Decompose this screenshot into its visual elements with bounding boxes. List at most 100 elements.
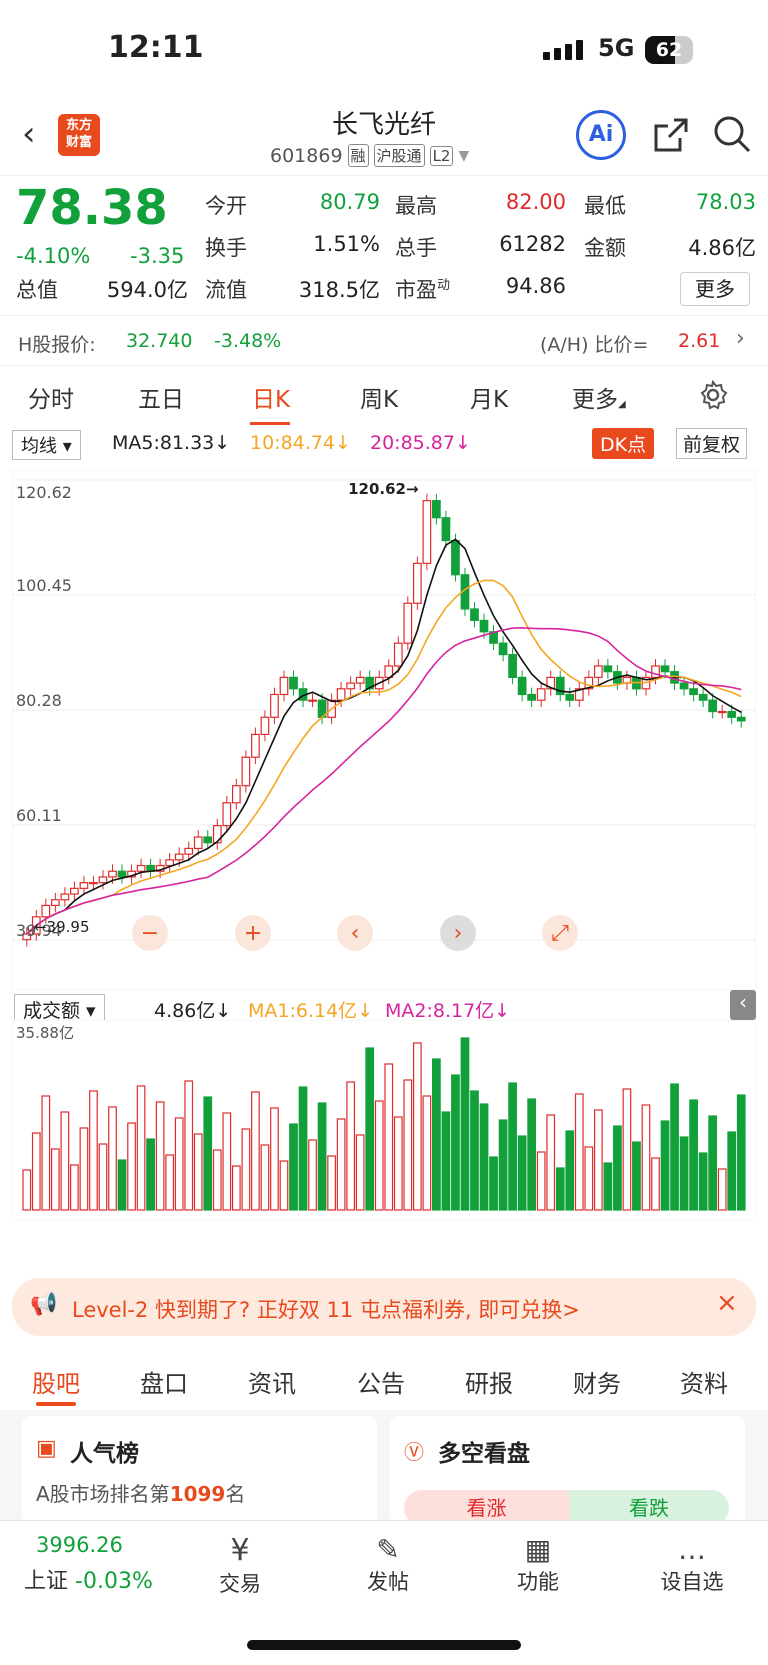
volume-bar bbox=[270, 1107, 279, 1211]
float-value: 318.5亿 bbox=[298, 278, 380, 302]
tab-weekly-k[interactable]: 周K bbox=[360, 380, 398, 414]
adjust-button[interactable]: 前复权 bbox=[676, 428, 748, 459]
stock-header: ‹ 东方 财富 长飞光纤 601869 融 沪股通 L2 ▼ Ai bbox=[0, 100, 768, 176]
candle bbox=[451, 539, 460, 576]
volume-bar bbox=[165, 1154, 175, 1211]
volume-bar bbox=[355, 1134, 365, 1211]
candle bbox=[70, 887, 79, 895]
tab-more[interactable]: 更多◢ bbox=[572, 380, 626, 414]
popularity-title: 人气榜 bbox=[70, 1441, 139, 1467]
volume-bar bbox=[422, 1095, 432, 1211]
volume-bar bbox=[727, 1131, 737, 1211]
volume-bar bbox=[717, 1168, 727, 1211]
candle bbox=[736, 716, 746, 722]
volume-bar bbox=[260, 1144, 270, 1211]
zoom-in-button[interactable]: + bbox=[244, 921, 262, 946]
tab-finance[interactable]: 财务 bbox=[573, 1364, 621, 1399]
volume-value: 61282 bbox=[499, 232, 566, 256]
h-share-row[interactable]: H股报价: 32.740 -3.48% (A/H) 比价= 2.61 › bbox=[0, 316, 768, 366]
feature-cards: ▣ 人气榜 A股市场排名第1099名 Ⓥ 多空看盘 看涨 看跌 bbox=[0, 1410, 768, 1526]
settings-gear-icon[interactable] bbox=[698, 379, 728, 416]
volume-bar bbox=[460, 1037, 470, 1211]
nav-watchlist[interactable]: … 设自选 bbox=[650, 1533, 734, 1596]
tag-level2: L2 bbox=[429, 145, 454, 166]
tab-five-day[interactable]: 五日 bbox=[138, 380, 184, 414]
ma10-value: 10:84.74↓ bbox=[250, 432, 351, 454]
ma-selector[interactable]: 均线 ▾ bbox=[12, 430, 81, 460]
volume-bar bbox=[441, 1111, 451, 1211]
tab-announcements[interactable]: 公告 bbox=[357, 1364, 405, 1399]
volume-bar bbox=[336, 1118, 346, 1211]
volume-bar bbox=[31, 1132, 41, 1211]
candle bbox=[679, 682, 689, 690]
volume-bar bbox=[527, 1098, 537, 1211]
volume-bar bbox=[432, 1058, 441, 1211]
h-share-label: H股报价: bbox=[18, 334, 96, 356]
tab-intraday[interactable]: 分时 bbox=[28, 380, 74, 414]
volume-bar bbox=[660, 1120, 670, 1211]
network-label: 5G bbox=[598, 34, 635, 62]
tab-forum[interactable]: 股吧 bbox=[32, 1364, 80, 1399]
tab-research[interactable]: 研报 bbox=[465, 1364, 513, 1399]
promo-banner[interactable]: 📢 Level-2 快到期了? 正好双 11 屯点福利券, 即可兑换> × bbox=[12, 1278, 756, 1336]
more-button[interactable]: 更多 bbox=[680, 272, 750, 306]
candle bbox=[41, 904, 51, 918]
prev-button[interactable]: ‹ bbox=[351, 921, 360, 946]
volume-bar bbox=[403, 1079, 413, 1211]
ai-button[interactable]: Ai bbox=[576, 110, 626, 160]
candle bbox=[193, 836, 203, 850]
tab-profile[interactable]: 资料 bbox=[680, 1364, 728, 1399]
candle bbox=[698, 693, 708, 701]
candle bbox=[565, 693, 575, 701]
candle bbox=[108, 870, 117, 878]
bull-bear-card[interactable]: Ⓥ 多空看盘 看涨 看跌 bbox=[390, 1416, 745, 1526]
ah-label: (A/H) 比价= bbox=[540, 334, 649, 356]
volume-bar bbox=[565, 1130, 575, 1211]
yuan-icon: ¥ bbox=[230, 1533, 250, 1568]
volume-bar bbox=[622, 1088, 632, 1211]
candle bbox=[393, 642, 403, 667]
volume-bar bbox=[60, 1111, 70, 1211]
ah-value: 2.61 bbox=[678, 330, 721, 352]
tab-daily-k[interactable]: 日K bbox=[252, 380, 290, 414]
volume-bar bbox=[412, 1042, 422, 1211]
search-icon[interactable] bbox=[712, 114, 752, 158]
candle bbox=[527, 693, 537, 701]
volume-bar bbox=[489, 1156, 498, 1211]
close-icon[interactable]: × bbox=[716, 1288, 738, 1318]
zoom-out-button[interactable]: − bbox=[141, 921, 159, 946]
tab-orderbook[interactable]: 盘口 bbox=[140, 1364, 188, 1399]
next-button[interactable]: › bbox=[454, 921, 463, 946]
candlestick-chart[interactable]: 120.62100.4580.2860.1139.94120.62→←39.95… bbox=[12, 470, 756, 990]
candle bbox=[727, 710, 737, 718]
popularity-card[interactable]: ▣ 人气榜 A股市场排名第1099名 bbox=[22, 1416, 377, 1526]
nav-functions[interactable]: ▦ 功能 bbox=[498, 1533, 578, 1596]
candle bbox=[174, 853, 184, 861]
dk-point-button[interactable]: DK点 bbox=[592, 428, 655, 459]
y-tick-label: 120.62 bbox=[16, 483, 72, 502]
volume-bar bbox=[508, 1082, 517, 1211]
stock-code-row[interactable]: 601869 融 沪股通 L2 ▼ bbox=[270, 144, 469, 167]
tab-news[interactable]: 资讯 bbox=[248, 1364, 296, 1399]
volume-label: 总手 bbox=[395, 236, 437, 260]
index-quote[interactable]: 3996.26 上证 -0.03% bbox=[24, 1533, 164, 1595]
candle bbox=[479, 619, 489, 633]
y-tick-label: 60.11 bbox=[16, 806, 62, 825]
volume-bar bbox=[517, 1135, 527, 1211]
share-icon[interactable] bbox=[652, 116, 690, 158]
open-label: 今开 bbox=[205, 194, 247, 218]
candle bbox=[432, 500, 441, 519]
nav-post[interactable]: ✎ 发帖 bbox=[348, 1533, 428, 1596]
volume-bar bbox=[193, 1133, 203, 1211]
candle bbox=[184, 847, 194, 855]
candle bbox=[517, 676, 527, 696]
volume-bar bbox=[498, 1119, 508, 1211]
collapse-icon[interactable]: ‹ bbox=[730, 990, 756, 1020]
nav-trade[interactable]: ¥ 交易 bbox=[200, 1533, 280, 1598]
fullscreen-button[interactable]: ⤢ bbox=[551, 921, 569, 946]
volume-bar bbox=[346, 1081, 356, 1211]
high-label: 最高 bbox=[395, 194, 437, 218]
high-value: 82.00 bbox=[505, 190, 566, 214]
active-tab-underline bbox=[250, 422, 290, 425]
tab-monthly-k[interactable]: 月K bbox=[470, 380, 508, 414]
